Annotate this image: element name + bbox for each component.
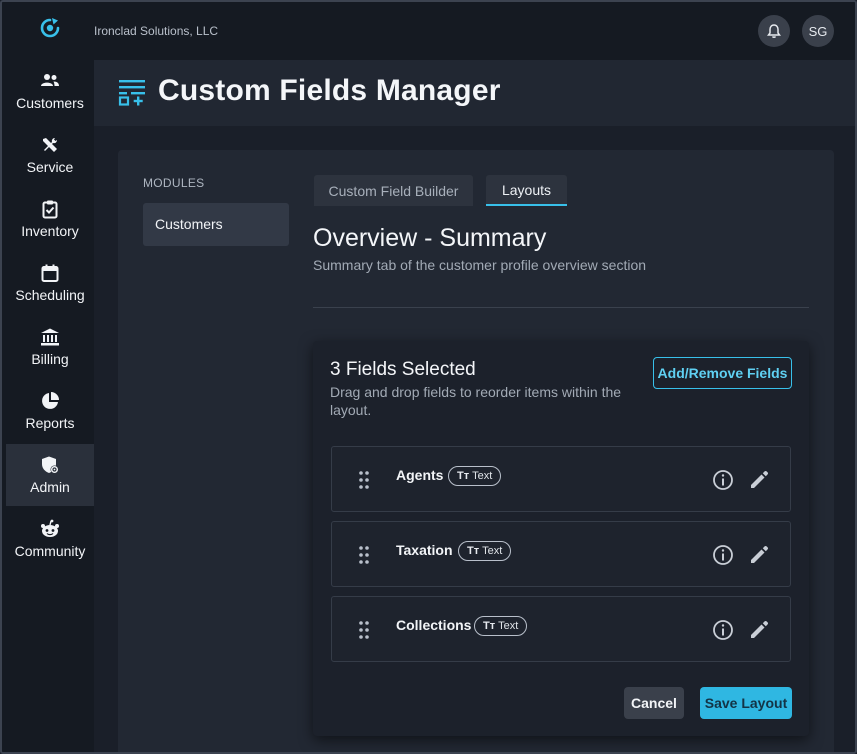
field-type-label: Text xyxy=(472,470,493,482)
sidebar-item-label: Service xyxy=(26,159,74,175)
sidebar-item-service[interactable]: Service xyxy=(6,124,94,186)
sidebar-item-label: Customers xyxy=(16,95,84,111)
bell-icon xyxy=(767,24,781,38)
module-item-customers[interactable]: Customers xyxy=(143,203,289,246)
drag-handle-icon[interactable] xyxy=(358,545,370,565)
page-header: Custom Fields Manager xyxy=(94,60,855,126)
sidebar-item-reports[interactable]: Reports xyxy=(6,380,94,442)
sidebar-item-label: Admin xyxy=(30,479,70,495)
calendar-icon xyxy=(41,264,59,282)
save-layout-button[interactable]: Save Layout xyxy=(700,687,792,719)
fields-selected-count: 3 Fields Selected xyxy=(330,359,476,380)
fields-card: 3 Fields Selected Drag and drop fields t… xyxy=(313,341,809,736)
top-bar: Ironclad Solutions, LLC SG xyxy=(94,2,855,60)
people-icon xyxy=(41,74,59,86)
fields-card-description: Drag and drop fields to reorder items wi… xyxy=(330,384,622,418)
bank-icon xyxy=(41,328,59,346)
modules-heading: MODULES xyxy=(143,176,205,190)
info-icon[interactable] xyxy=(712,544,734,566)
field-row-agents[interactable]: Agents Tт Text xyxy=(331,446,791,512)
sidebar: Customers Service Inventory Scheduling B… xyxy=(2,2,94,752)
field-row-taxation[interactable]: Taxation Tт Text xyxy=(331,521,791,587)
field-type-label: Text xyxy=(482,545,503,557)
sidebar-item-inventory[interactable]: Inventory xyxy=(6,188,94,250)
field-row-collections[interactable]: Collections Tт Text xyxy=(331,596,791,662)
sidebar-item-scheduling[interactable]: Scheduling xyxy=(6,252,94,314)
app-logo-icon[interactable] xyxy=(38,16,62,40)
divider xyxy=(313,307,809,308)
sidebar-item-label: Reports xyxy=(25,415,75,431)
info-icon[interactable] xyxy=(712,469,734,491)
field-name: Collections xyxy=(396,617,472,633)
field-type-label: Text xyxy=(498,620,519,632)
notifications-button[interactable] xyxy=(758,15,790,47)
pie-chart-icon xyxy=(42,392,59,409)
sidebar-item-customers[interactable]: Customers xyxy=(6,60,94,122)
field-type-badge: Tт Text xyxy=(458,541,512,561)
sidebar-item-label: Billing xyxy=(31,351,69,367)
custom-fields-icon xyxy=(118,80,145,106)
tab-custom-field-builder[interactable]: Custom Field Builder xyxy=(314,175,473,206)
community-icon xyxy=(41,519,59,537)
sidebar-item-label: Inventory xyxy=(21,223,79,239)
text-type-icon: Tт xyxy=(467,545,480,557)
sidebar-item-billing[interactable]: Billing xyxy=(6,316,94,378)
sidebar-item-admin[interactable]: Admin xyxy=(6,444,94,506)
main-panel: MODULES Customers Custom Field Builder L… xyxy=(118,150,834,752)
add-remove-fields-button[interactable]: Add/Remove Fields xyxy=(653,357,792,389)
tab-layouts[interactable]: Layouts xyxy=(486,175,567,206)
drag-handle-icon[interactable] xyxy=(358,620,370,640)
text-type-icon: Tт xyxy=(483,620,496,632)
field-type-badge: Tт Text xyxy=(448,466,502,486)
sidebar-item-label: Scheduling xyxy=(15,287,85,303)
shield-gear-icon xyxy=(42,456,59,474)
text-type-icon: Tт xyxy=(457,470,470,482)
tools-icon xyxy=(43,137,58,152)
clipboard-check-icon xyxy=(42,200,58,219)
sidebar-item-label: Community xyxy=(14,543,86,559)
drag-handle-icon[interactable] xyxy=(358,470,370,490)
app-window: Customers Service Inventory Scheduling B… xyxy=(0,0,857,754)
sidebar-item-community[interactable]: Community xyxy=(6,508,94,570)
pencil-icon[interactable] xyxy=(748,544,770,566)
page-title: Custom Fields Manager xyxy=(158,74,501,107)
pencil-icon[interactable] xyxy=(748,469,770,491)
company-name: Ironclad Solutions, LLC xyxy=(94,24,219,38)
pencil-icon[interactable] xyxy=(748,619,770,641)
field-name: Agents xyxy=(396,467,444,483)
section-title: Overview - Summary xyxy=(313,224,547,252)
section-subtitle: Summary tab of the customer profile over… xyxy=(313,257,647,273)
field-name: Taxation xyxy=(396,542,453,558)
cancel-button[interactable]: Cancel xyxy=(624,687,684,719)
info-icon[interactable] xyxy=(712,619,734,641)
user-avatar[interactable]: SG xyxy=(802,15,834,47)
field-type-badge: Tт Text xyxy=(474,616,528,636)
